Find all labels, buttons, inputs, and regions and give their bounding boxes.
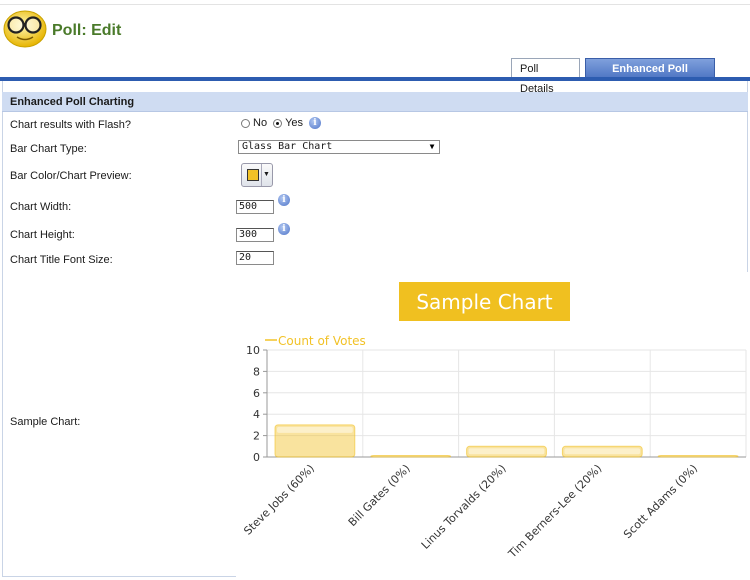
x-tick-label: Bill Gates (0%) xyxy=(346,462,413,529)
y-tick-label: 2 xyxy=(253,430,260,443)
chart-bar xyxy=(657,455,739,458)
bar-color-label: Bar Color/Chart Preview: xyxy=(10,170,132,182)
bar-type-value: Glass Bar Chart xyxy=(242,141,333,152)
chevron-down-icon: ▼ xyxy=(429,142,435,151)
y-tick-label: 4 xyxy=(253,408,260,421)
flash-label: Chart results with Flash? xyxy=(10,119,132,131)
page-title: Poll: Edit xyxy=(52,22,122,39)
x-tick-label: Tim Berners-Lee (20%) xyxy=(505,462,604,561)
chevron-down-icon: ▼ xyxy=(261,164,271,186)
flash-radio-group: No Yes i xyxy=(241,117,322,130)
color-picker-button[interactable]: ▼ xyxy=(241,163,273,187)
info-icon[interactable]: i xyxy=(278,223,290,235)
tab-enhanced-poll-charting[interactable]: Enhanced Poll Charting xyxy=(585,58,715,95)
chart-width-input[interactable]: 500 xyxy=(236,200,274,214)
chart-width-label: Chart Width: xyxy=(10,201,72,213)
x-tick-label: Linus Torvalds (20%) xyxy=(419,462,509,552)
flash-yes-label: Yes xyxy=(285,117,304,130)
tab-poll-details[interactable]: Poll Details xyxy=(511,58,580,95)
info-icon[interactable]: i xyxy=(278,194,290,206)
flash-yes-radio[interactable] xyxy=(273,118,283,128)
chart-height-label: Chart Height: xyxy=(10,229,75,241)
poll-logo-icon xyxy=(3,10,47,48)
bar-type-label: Bar Chart Type: xyxy=(10,143,87,155)
title-font-label: Chart Title Font Size: xyxy=(10,254,113,266)
chart-bar xyxy=(370,455,452,458)
section-header: Enhanced Poll Charting xyxy=(2,92,748,112)
y-tick-label: 10 xyxy=(246,344,260,357)
chart-height-input[interactable]: 300 xyxy=(236,228,274,242)
chart-bar-gloss xyxy=(468,448,545,455)
y-tick-label: 0 xyxy=(253,451,260,464)
top-divider xyxy=(0,4,750,5)
color-swatch xyxy=(247,169,259,181)
y-tick-label: 6 xyxy=(253,387,260,400)
chart-title: Sample Chart xyxy=(416,290,552,314)
bar-type-select[interactable]: Glass Bar Chart ▼ xyxy=(238,140,440,154)
title-font-input[interactable]: 20 xyxy=(236,251,274,265)
sample-chart: Sample Chart Count of Votes 0 2 4 6 8 10 Steve J… xyxy=(236,272,748,577)
y-tick-label: 8 xyxy=(253,365,260,378)
legend-label: Count of Votes xyxy=(278,334,366,348)
chart-bar-gloss xyxy=(277,426,353,433)
x-tick-label: Scott Adams (0%) xyxy=(621,462,700,541)
sample-chart-svg: Sample Chart Count of Votes 0 2 4 6 8 10 Steve J… xyxy=(241,282,747,561)
sample-chart-label: Sample Chart: xyxy=(10,416,81,428)
chart-bar-gloss xyxy=(564,448,641,455)
x-tick-label: Steve Jobs (60%) xyxy=(241,462,317,538)
flash-no-label: No xyxy=(253,117,268,130)
flash-no-radio[interactable] xyxy=(241,118,250,128)
info-icon[interactable]: i xyxy=(309,117,322,130)
